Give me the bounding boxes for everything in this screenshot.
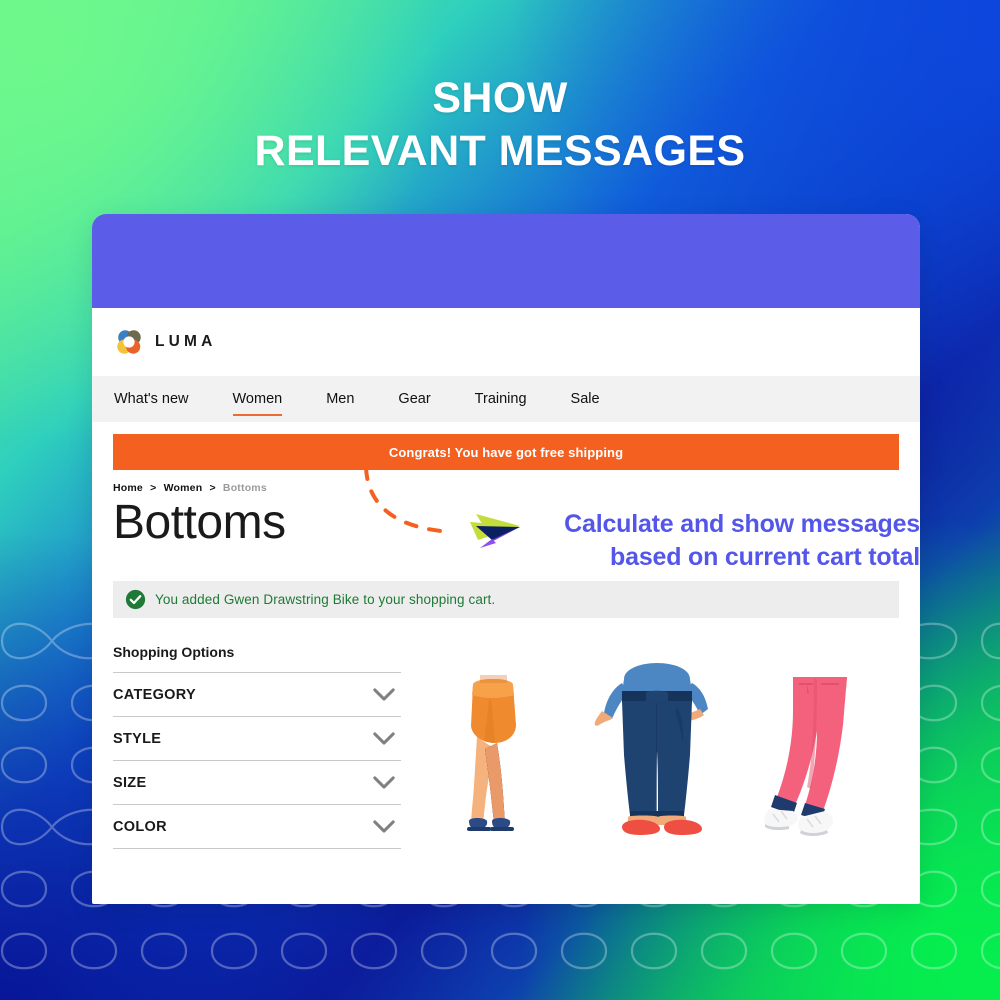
annotation-line-1: Calculate and show messages [564, 510, 920, 538]
filter-style[interactable]: STYLE [113, 716, 401, 760]
breadcrumb-item-women[interactable]: Women [164, 482, 203, 494]
poster-headline: SHOW RELEVANT MESSAGES [0, 72, 1000, 179]
chevron-down-icon[interactable] [373, 732, 395, 745]
headline-line-2: RELEVANT MESSAGES [254, 127, 746, 176]
filter-color-label: COLOR [113, 818, 167, 835]
nav-item-gear[interactable]: Gear [398, 376, 452, 422]
nav-item-women[interactable]: Women [232, 376, 305, 422]
annotation-line-2: based on current cart total [610, 542, 920, 571]
free-shipping-banner-text: Congrats! You have got free shipping [388, 444, 624, 460]
product-grid [401, 644, 899, 849]
annotation-callout: Calculate and show messages based on cur… [520, 508, 920, 573]
browser-top-bar [92, 214, 920, 308]
navy-joggers-illustration [594, 663, 708, 836]
filter-category[interactable]: CATEGORY [113, 672, 401, 716]
poster-canvas: SHOW RELEVANT MESSAGES LUMA What's new W… [0, 0, 1000, 1000]
breadcrumb-separator-1: > [150, 482, 157, 494]
filter-size[interactable]: SIZE [113, 760, 401, 804]
breadcrumb-separator-2: > [209, 482, 216, 494]
breadcrumb-item-bottoms: Bottoms [222, 482, 267, 494]
product-navy-joggers[interactable] [582, 659, 732, 849]
filter-category-label: CATEGORY [113, 686, 196, 703]
nav-item-sale[interactable]: Sale [571, 376, 622, 422]
main-navigation: What's new Women Men Gear Training Sale [92, 376, 920, 422]
brand-name: LUMA [155, 333, 217, 350]
chevron-down-icon[interactable] [373, 776, 395, 789]
catalog-body: Shopping Options CATEGORY STYLE SIZE COL… [113, 644, 899, 879]
product-pink-jeans[interactable] [743, 659, 893, 849]
free-shipping-banner: Congrats! You have got free shipping [113, 434, 899, 470]
add-to-cart-success-message: You added Gwen Drawstring Bike to your s… [113, 581, 899, 619]
filter-style-label: STYLE [113, 730, 162, 747]
orange-shorts-illustration [466, 675, 516, 832]
check-circle-icon [125, 589, 146, 610]
add-to-cart-success-text: You added Gwen Drawstring Bike to your s… [155, 592, 496, 608]
site-header: LUMA [92, 308, 920, 376]
filter-size-label: SIZE [113, 774, 147, 791]
headline-line-1: SHOW [432, 74, 568, 122]
nav-item-whats-new[interactable]: What's new [114, 376, 211, 422]
shopping-options-sidebar: Shopping Options CATEGORY STYLE SIZE COL… [113, 644, 401, 850]
breadcrumb-item-home[interactable]: Home [113, 482, 143, 494]
nav-item-training[interactable]: Training [475, 376, 549, 422]
product-orange-shorts[interactable] [421, 659, 571, 849]
chevron-down-icon[interactable] [373, 688, 395, 701]
chevron-down-icon[interactable] [373, 820, 395, 833]
nav-item-men[interactable]: Men [326, 376, 376, 422]
luma-circles-logo[interactable] [114, 327, 144, 357]
paper-plane-icon [470, 514, 520, 548]
filter-color[interactable]: COLOR [113, 804, 401, 850]
shopping-options-title: Shopping Options [113, 644, 235, 661]
page-content: Congrats! You have got free shipping Hom… [92, 434, 920, 880]
breadcrumb: Home > Women > Bottoms [113, 482, 899, 494]
pink-jeans-illustration [764, 677, 848, 837]
